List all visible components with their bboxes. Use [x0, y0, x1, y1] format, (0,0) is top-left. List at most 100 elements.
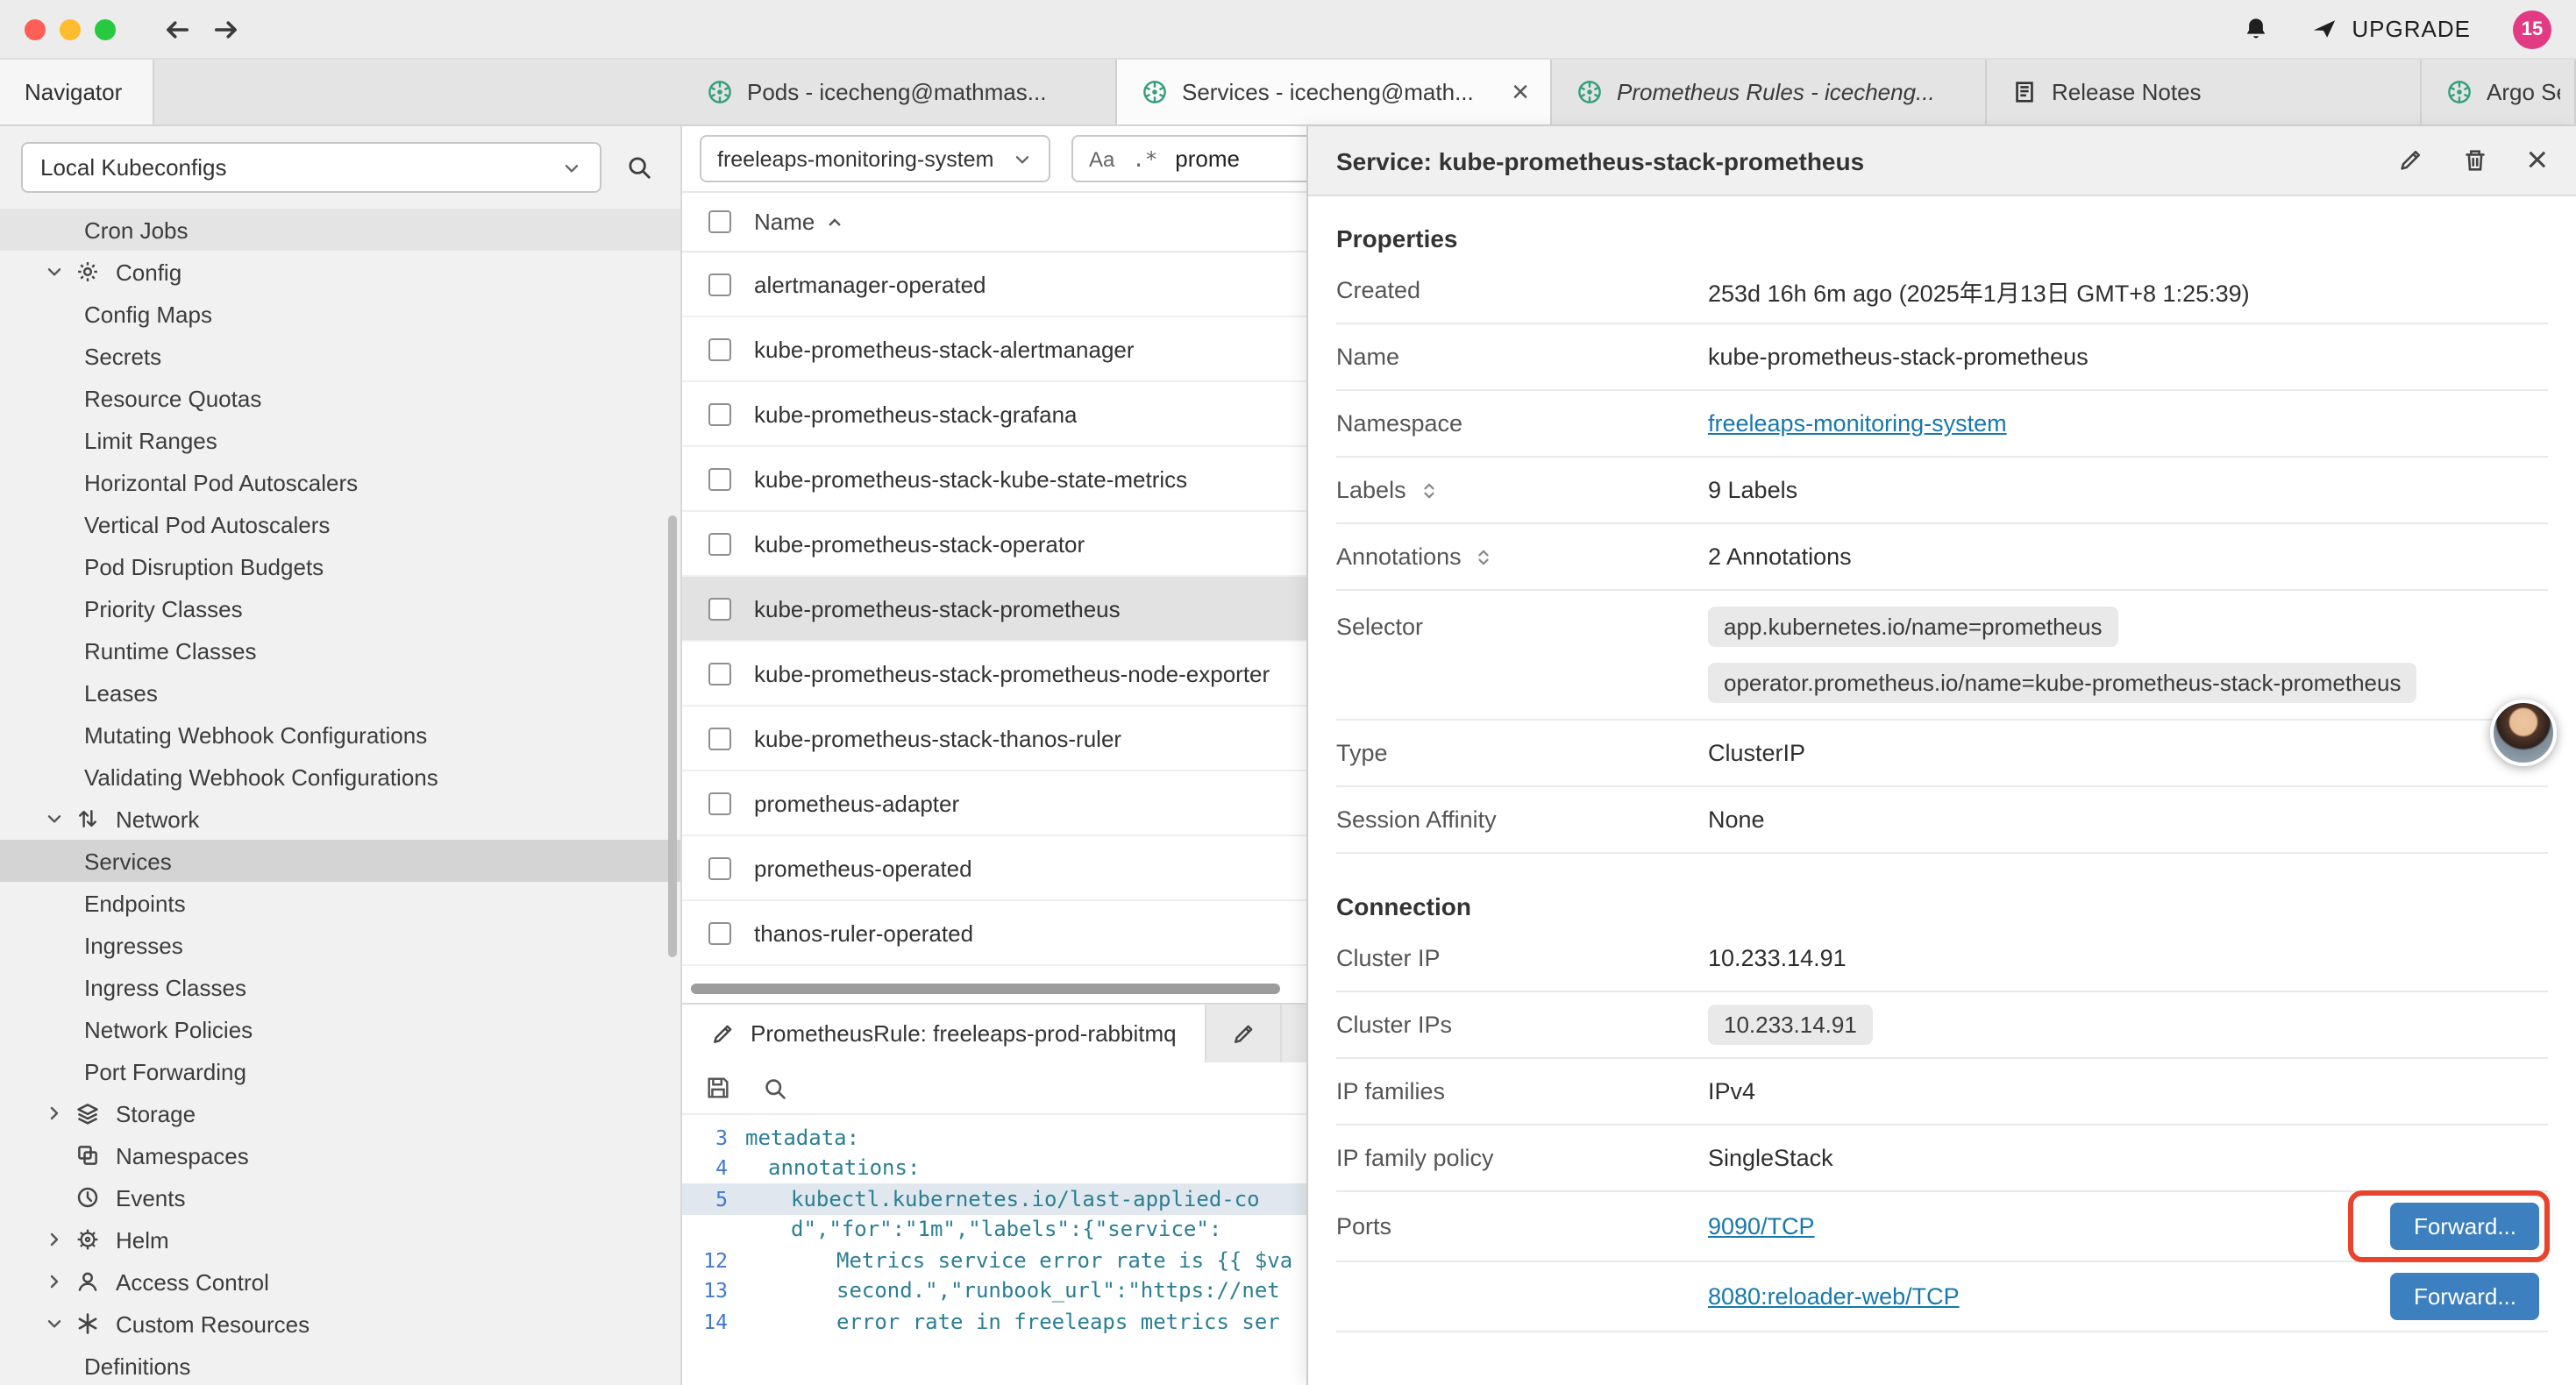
chevron-down-icon[interactable] — [39, 808, 68, 829]
chevron-down-icon[interactable] — [39, 261, 68, 282]
sidebar-item-cron-jobs[interactable]: Cron Jobs — [0, 209, 680, 251]
chevron-right-icon[interactable] — [39, 1271, 68, 1292]
sidebar-item-events[interactable]: Events — [0, 1176, 680, 1218]
sidebar-item-custom-resources[interactable]: Custom Resources — [0, 1303, 680, 1345]
regex-toggle[interactable]: .* — [1132, 146, 1157, 171]
tab-pods-icecheng-mathmas[interactable]: Pods - icecheng@mathmas... — [682, 60, 1117, 124]
kubeconfig-select[interactable]: Local Kubeconfigs — [21, 142, 601, 193]
sidebar-item-config-maps[interactable]: Config Maps — [0, 293, 680, 335]
close-tab-icon[interactable]: × — [1505, 77, 1536, 107]
line-number: 4 — [682, 1156, 745, 1181]
sidebar-item-ingresses[interactable]: Ingresses — [0, 924, 680, 966]
sort-ascending-icon[interactable] — [823, 211, 844, 232]
sort-updown-icon[interactable] — [1419, 479, 1440, 501]
sidebar-item-leases[interactable]: Leases — [0, 671, 680, 714]
dock-tab-next[interactable] — [1206, 1005, 1282, 1062]
zoom-window-button[interactable] — [95, 18, 116, 39]
sidebar-item-network-policies[interactable]: Network Policies — [0, 1008, 680, 1050]
row-checkbox[interactable] — [708, 792, 731, 814]
tab-prometheus-rules-icecheng[interactable]: Prometheus Rules - icecheng... — [1552, 60, 1987, 124]
sidebar-item-definitions[interactable]: Definitions — [0, 1345, 680, 1385]
close-window-button[interactable] — [25, 18, 46, 39]
column-header-name[interactable]: Name — [754, 209, 815, 235]
table-row-kube-prometheus-stack-operator[interactable]: kube-prometheus-stack-operator — [682, 512, 1306, 577]
row-checkbox[interactable] — [708, 532, 731, 555]
sidebar-item-config[interactable]: Config — [0, 251, 680, 293]
forward-icon[interactable] — [210, 13, 242, 45]
table-row-kube-prometheus-stack-kube-state-metrics[interactable]: kube-prometheus-stack-kube-state-metrics — [682, 447, 1306, 512]
sidebar-item-helm[interactable]: Helm — [0, 1218, 680, 1261]
delete-service-icon[interactable] — [2461, 147, 2487, 174]
table-row-kube-prometheus-stack-prometheus-node-exporter[interactable]: kube-prometheus-stack-prometheus-node-ex… — [682, 642, 1306, 707]
row-checkbox[interactable] — [708, 856, 731, 879]
sidebar-item-validating-webhook-configurations[interactable]: Validating Webhook Configurations — [0, 756, 680, 798]
table-row-kube-prometheus-stack-prometheus[interactable]: kube-prometheus-stack-prometheus — [682, 577, 1306, 642]
bell-icon[interactable] — [2243, 16, 2269, 42]
namespace-select[interactable]: freeleaps-monitoring-system — [700, 135, 1050, 182]
port-link[interactable]: 9090/TCP — [1708, 1213, 1815, 1239]
forward-button[interactable]: Forward... — [2391, 1273, 2539, 1320]
close-drawer-icon[interactable]: × — [2526, 142, 2548, 179]
yaml-editor[interactable]: 3metadata:4annotations:5kubectl.kubernet… — [682, 1115, 1306, 1385]
search-input[interactable]: prome — [1175, 146, 1240, 172]
table-row-alertmanager-operated[interactable]: alertmanager-operated — [682, 252, 1306, 317]
row-checkbox[interactable] — [708, 402, 731, 425]
sidebar-item-mutating-webhook-configurations[interactable]: Mutating Webhook Configurations — [0, 714, 680, 756]
select-all-checkbox[interactable] — [708, 210, 731, 233]
sidebar-item-vertical-pod-autoscalers[interactable]: Vertical Pod Autoscalers — [0, 503, 680, 545]
user-avatar[interactable] — [2490, 700, 2557, 766]
sidebar-item-storage[interactable]: Storage — [0, 1092, 680, 1134]
namespace-link[interactable]: freeleaps-monitoring-system — [1708, 410, 2007, 437]
port-link[interactable]: 8080:reloader-web/TCP — [1708, 1283, 1960, 1310]
search-icon[interactable] — [626, 154, 652, 181]
sidebar-item-secrets[interactable]: Secrets — [0, 335, 680, 377]
tab-release-notes[interactable]: Release Notes — [1987, 60, 2422, 124]
back-icon[interactable] — [161, 13, 193, 45]
sidebar-item-resource-quotas[interactable]: Resource Quotas — [0, 377, 680, 419]
table-row-kube-prometheus-stack-alertmanager[interactable]: kube-prometheus-stack-alertmanager — [682, 317, 1306, 382]
table-row-kube-prometheus-stack-thanos-ruler[interactable]: kube-prometheus-stack-thanos-ruler — [682, 707, 1306, 771]
sidebar-item-port-forwarding[interactable]: Port Forwarding — [0, 1050, 680, 1092]
save-icon[interactable] — [705, 1075, 731, 1101]
table-row-kube-prometheus-stack-grafana[interactable]: kube-prometheus-stack-grafana — [682, 382, 1306, 447]
sidebar-item-access-control[interactable]: Access Control — [0, 1261, 680, 1303]
dock-tab-prometheusrule[interactable]: PrometheusRule: freeleaps-prod-rabbitmq — [682, 1005, 1206, 1062]
sidebar-item-priority-classes[interactable]: Priority Classes — [0, 587, 680, 629]
sidebar-item-services[interactable]: Services — [0, 840, 680, 882]
match-case-toggle[interactable]: Aa — [1089, 146, 1114, 171]
row-checkbox[interactable] — [708, 467, 731, 490]
navigator-tab[interactable]: Navigator — [0, 60, 154, 124]
row-checkbox[interactable] — [708, 337, 731, 360]
edit-service-icon[interactable] — [2396, 147, 2423, 174]
sidebar-item-ingress-classes[interactable]: Ingress Classes — [0, 966, 680, 1008]
tab-services-icecheng-math[interactable]: Services - icecheng@math...× — [1117, 60, 1552, 124]
notification-count-badge[interactable]: 15 — [2513, 10, 2551, 48]
sidebar-item-limit-ranges[interactable]: Limit Ranges — [0, 419, 680, 461]
sort-updown-icon[interactable] — [1474, 546, 1495, 567]
table-row-prometheus-operated[interactable]: prometheus-operated — [682, 836, 1306, 901]
tab-argo-se[interactable]: Argo Se — [2422, 60, 2576, 124]
search-box[interactable]: Aa .* prome — [1071, 135, 1306, 182]
row-checkbox[interactable] — [708, 727, 731, 749]
row-checkbox[interactable] — [708, 597, 731, 620]
upgrade-button[interactable]: UPGRADE — [2311, 16, 2471, 42]
sidebar-item-pod-disruption-budgets[interactable]: Pod Disruption Budgets — [0, 545, 680, 587]
table-row-thanos-ruler-operated[interactable]: thanos-ruler-operated — [682, 901, 1306, 966]
sidebar-item-runtime-classes[interactable]: Runtime Classes — [0, 629, 680, 671]
chevron-right-icon[interactable] — [39, 1103, 68, 1124]
sidebar-item-network[interactable]: Network — [0, 798, 680, 840]
row-checkbox[interactable] — [708, 921, 731, 944]
chevron-down-icon[interactable] — [39, 1313, 68, 1334]
row-checkbox[interactable] — [708, 662, 731, 685]
minimize-window-button[interactable] — [60, 18, 81, 39]
table-row-prometheus-adapter[interactable]: prometheus-adapter — [682, 771, 1306, 836]
sidebar-item-endpoints[interactable]: Endpoints — [0, 882, 680, 924]
row-checkbox[interactable] — [708, 273, 731, 295]
sidebar-scrollbar[interactable] — [668, 515, 677, 957]
chevron-right-icon[interactable] — [39, 1229, 68, 1250]
editor-search-icon[interactable] — [763, 1076, 787, 1100]
horizontal-scrollbar[interactable] — [691, 984, 1279, 994]
forward-button[interactable]: Forward... — [2391, 1203, 2539, 1250]
sidebar-item-namespaces[interactable]: Namespaces — [0, 1134, 680, 1176]
sidebar-item-horizontal-pod-autoscalers[interactable]: Horizontal Pod Autoscalers — [0, 461, 680, 503]
